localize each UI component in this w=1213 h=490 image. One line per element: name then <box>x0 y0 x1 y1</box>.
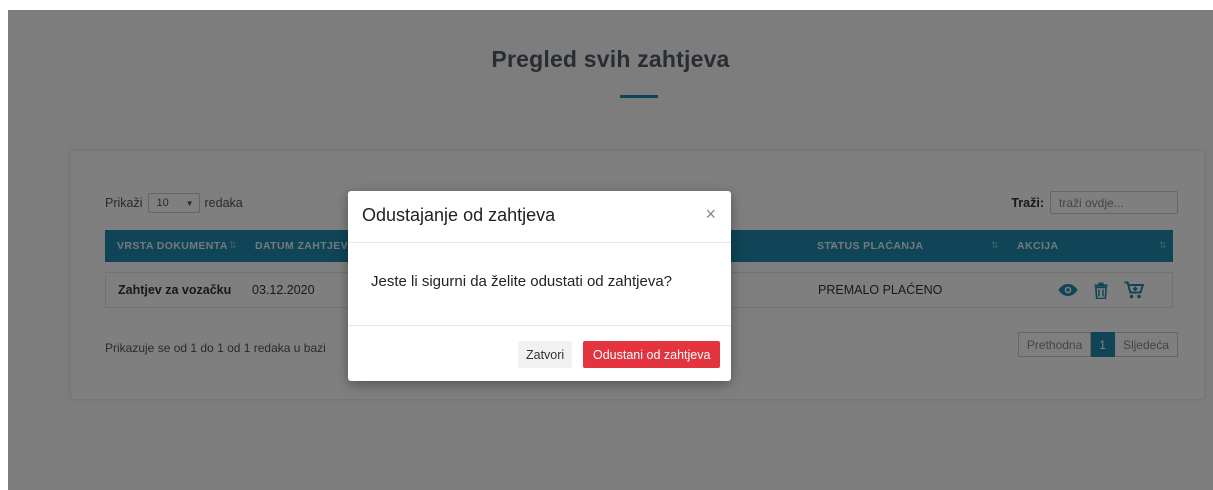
modal-message: Jeste li sigurni da želite odustati od z… <box>371 273 673 290</box>
cancel-request-modal: Odustajanje od zahtjeva × Jeste li sigur… <box>348 191 731 381</box>
modal-header: Odustajanje od zahtjeva × <box>348 191 731 243</box>
close-button[interactable]: Zatvori <box>518 341 573 368</box>
modal-footer: Zatvori Odustani od zahtjeva <box>348 325 731 381</box>
modal-title: Odustajanje od zahtjeva <box>362 205 556 225</box>
cancel-request-button[interactable]: Odustani od zahtjeva <box>583 341 721 368</box>
close-icon[interactable]: × <box>705 204 716 225</box>
